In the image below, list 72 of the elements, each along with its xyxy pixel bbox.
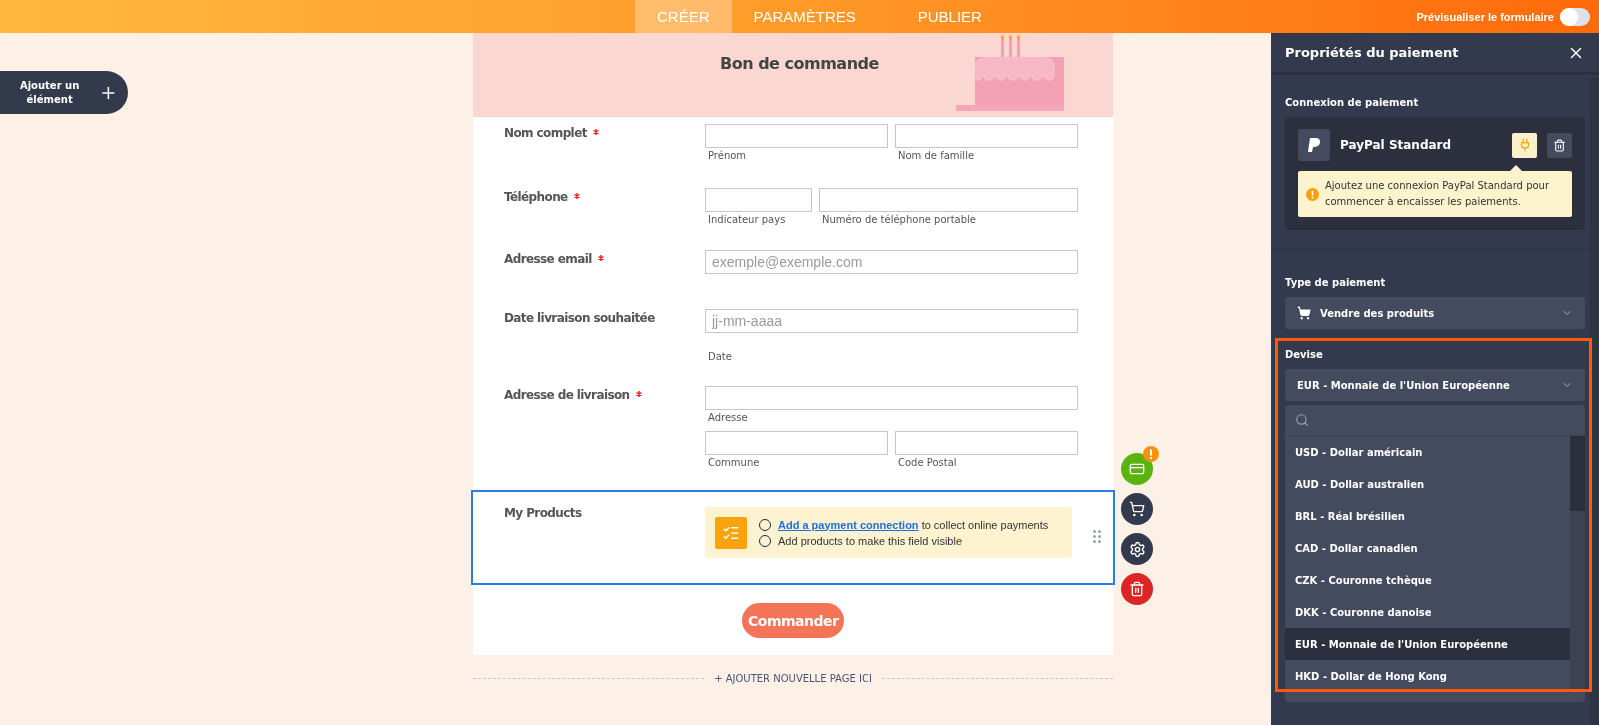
currency-select[interactable]: EUR - Monnaie de l'Union Européenne [1285,369,1585,401]
add-page-link[interactable]: + AJOUTER NOUVELLE PAGE ICI [714,673,872,684]
required-icon [597,255,604,261]
currency-option[interactable]: CAD - Dollar canadien [1285,532,1570,564]
field-label: My Products [504,506,582,520]
currency-option[interactable]: USD - Dollar américain [1285,436,1570,468]
add-element-button[interactable]: Ajouter un élément [0,71,128,114]
field-label: Nom complet [504,126,587,140]
delete-button[interactable] [1121,573,1153,605]
required-icon [573,193,580,199]
currency-option[interactable]: DKK - Couronne danoise [1285,596,1570,628]
input-field[interactable] [819,188,1078,212]
drag-handle-icon[interactable] [1093,530,1101,543]
field-label: Adresse de livraison [504,388,630,402]
panel-title: Propriétés du paiement [1285,45,1459,60]
field-label: Date livraison souhaitée [504,311,655,325]
section-heading: Connexion de paiement [1285,97,1420,108]
warning-badge-icon [1143,446,1159,462]
logo-icon [1298,129,1330,161]
field-sublabel: Adresse [707,412,749,423]
settings-icon [1128,540,1146,558]
step-text: Add products to make this field visible [778,534,963,547]
cart-button[interactable] [1121,493,1153,525]
required-icon [635,391,642,397]
section-heading: Type de paiement [1285,277,1387,288]
alert-icon [1306,187,1319,201]
required-icon [592,129,599,135]
input-field[interactable]: jj-mm-aaaa [705,309,1078,333]
field-label: Téléphone [504,190,568,204]
preview-label: Prévisualiser le formulaire [1416,10,1554,23]
form-title: Bon de commande [720,53,879,73]
input-field[interactable] [895,431,1078,455]
field-sublabel: Code Postal [897,457,958,468]
products-field[interactable]: My Products Add a payment connection to collect online payments Add products to make this field visible [471,490,1115,585]
warning-text: Ajoutez une connexion PayPal Standard pour commencer à encaisser les paiements. [1325,179,1551,209]
input-field[interactable] [895,124,1078,148]
input-field[interactable] [705,124,888,148]
input-field[interactable] [705,431,888,455]
input-field[interactable] [705,188,812,212]
scrollbar[interactable] [1590,78,1599,725]
cart-icon [1297,306,1311,320]
field-sublabel: Commune [707,457,761,468]
field-sublabel: Numéro de téléphone portable [821,214,977,225]
field-label: Adresse email [504,252,592,266]
preview-toggle[interactable] [1560,7,1590,26]
currency-option[interactable]: AUD - Dollar australien [1285,468,1570,500]
card-icon [1129,461,1145,477]
cart-icon [1129,501,1145,517]
scrollbar[interactable] [1570,436,1585,692]
connection-name: PayPal Standard [1340,138,1453,152]
settings-button[interactable] [1121,533,1153,565]
payment-type-select[interactable]: Vendre des produits [1285,297,1585,329]
currency-option[interactable]: CZK - Couronne tchèque [1285,564,1570,596]
field-sublabel: Nom de famille [897,150,976,161]
search-icon [1295,413,1309,427]
step-text: Add a payment connection to collect online payments [778,518,1049,531]
trash-icon [1129,581,1145,597]
currency-option[interactable]: EUR - Monnaie de l'Union Européenne [1285,628,1570,660]
currency-option[interactable]: HKD - Dollar de Hong Kong [1285,660,1570,692]
delete-button[interactable] [1547,132,1572,158]
field-sublabel: Date [707,351,733,362]
field-sublabel: Indicateur pays [707,214,787,225]
input-field[interactable] [705,386,1078,410]
section-heading: Devise [1285,349,1324,360]
connect-button[interactable] [1512,132,1537,158]
payment-link[interactable]: Add a payment connection [778,518,919,531]
trash-icon [1553,138,1566,152]
currency-option[interactable]: BRL - Réal brésilien [1285,500,1570,532]
checklist-icon [715,516,747,549]
field-sublabel: Prénom [707,150,748,161]
payment-button[interactable] [1121,453,1153,485]
input-field[interactable]: exemple@exemple.com [705,250,1078,274]
